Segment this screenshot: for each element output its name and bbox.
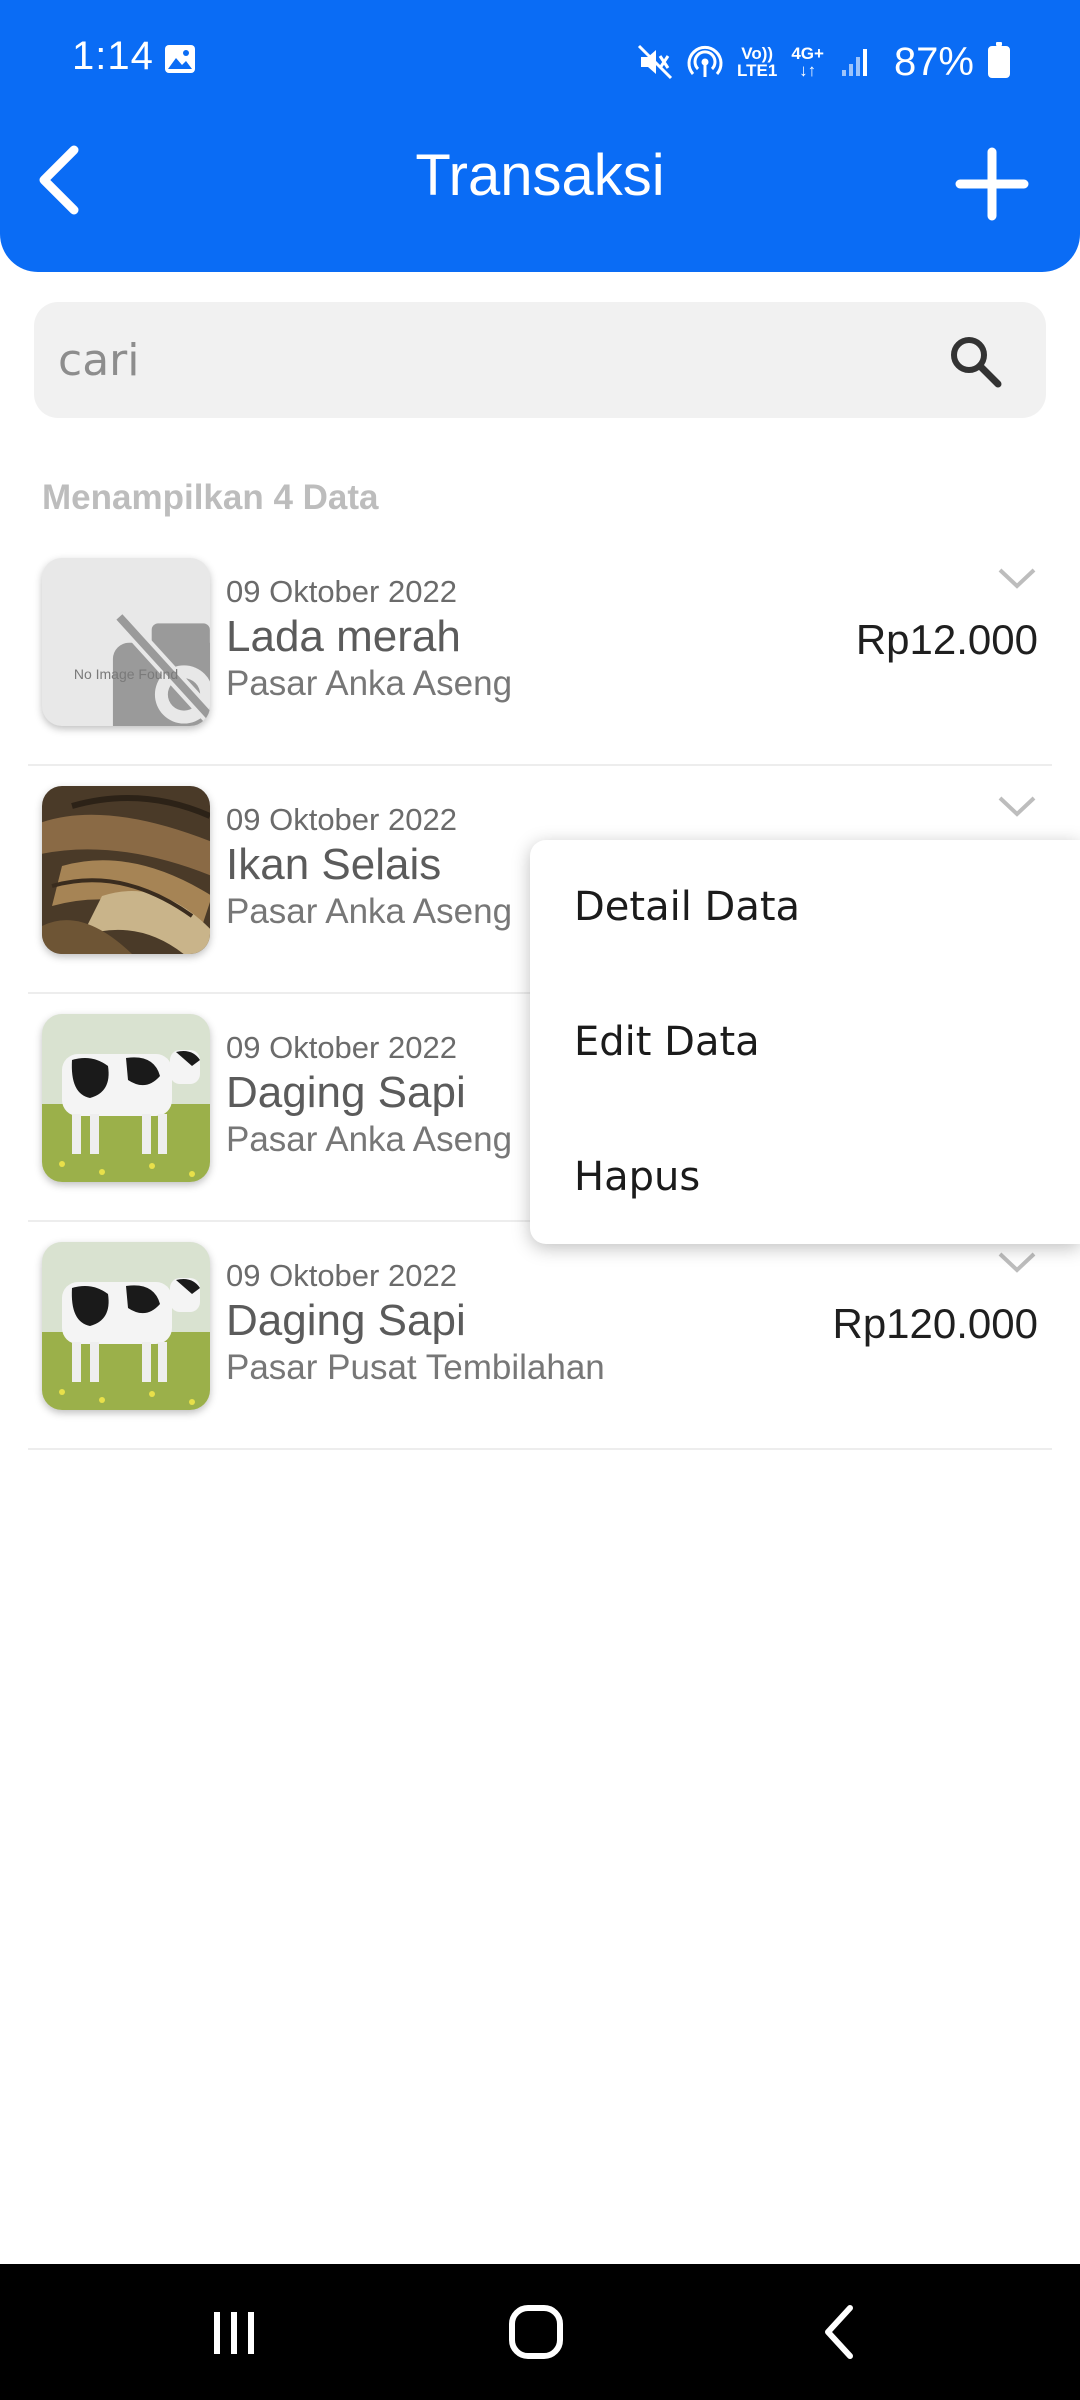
search-input[interactable] <box>34 302 914 418</box>
status-icons: Vo)) LTE1 4G+ ↓↑ 87% <box>637 32 1010 92</box>
back-nav-icon[interactable] <box>800 2292 880 2372</box>
no-image-icon <box>112 611 210 726</box>
add-button[interactable] <box>952 144 1032 224</box>
item-name: Daging Sapi <box>226 1296 466 1345</box>
dried-fish-image <box>42 786 210 954</box>
chevron-down-icon[interactable] <box>996 1248 1038 1276</box>
mute-icon <box>637 44 673 80</box>
list-item[interactable]: No Image Found 09 Oktober 2022 Lada mera… <box>0 538 1080 766</box>
item-name: Lada merah <box>226 612 461 661</box>
data-arrows-icon: ↓↑ <box>799 61 817 80</box>
network-label: 4G+ <box>791 44 824 63</box>
volte-bottom-label: LTE1 <box>737 61 778 80</box>
item-place: Pasar Pusat Tembilahan <box>226 1348 605 1387</box>
volte-top-label: Vo)) <box>741 44 774 63</box>
recent-apps-icon[interactable] <box>194 2292 274 2372</box>
search-bar <box>34 302 1046 418</box>
list-item[interactable]: 09 Oktober 2022 Daging Sapi Pasar Pusat … <box>0 1222 1080 1450</box>
app-header: 1:14 Vo)) LTE1 4G+ ↓↑ 87% Transaksi <box>0 0 1080 272</box>
battery-icon <box>988 42 1010 78</box>
item-date: 09 Oktober 2022 <box>226 802 457 837</box>
item-thumbnail <box>42 786 210 954</box>
volte-indicator: Vo)) LTE1 <box>737 45 777 79</box>
home-icon[interactable] <box>496 2292 576 2372</box>
status-time: 1:14 <box>72 34 154 78</box>
menu-item-edit-data[interactable]: Edit Data <box>574 1019 760 1065</box>
result-count-label: Menampilkan 4 Data <box>42 478 379 517</box>
menu-item-hapus[interactable]: Hapus <box>574 1154 700 1200</box>
system-navigation-bar <box>0 2264 1080 2400</box>
divider <box>28 1448 1052 1450</box>
network-indicator: 4G+ ↓↑ <box>791 45 824 79</box>
search-icon[interactable] <box>946 332 1004 390</box>
item-date: 09 Oktober 2022 <box>226 1258 457 1293</box>
hotspot-icon <box>687 45 723 77</box>
item-thumbnail <box>42 1242 210 1410</box>
item-thumbnail <box>42 1014 210 1182</box>
chevron-down-icon[interactable] <box>996 792 1038 820</box>
item-thumbnail: No Image Found <box>42 558 210 726</box>
no-image-text: No Image Found <box>73 666 179 682</box>
item-price: Rp120.000 <box>832 1300 1038 1347</box>
cow-image <box>42 1014 210 1182</box>
item-price: Rp12.000 <box>855 616 1038 663</box>
page-title: Transaksi <box>415 143 665 208</box>
item-place: Pasar Anka Aseng <box>226 664 513 703</box>
cow-image <box>42 1242 210 1410</box>
battery-percentage: 87% <box>893 39 974 84</box>
signal-icon <box>841 49 867 76</box>
item-name: Daging Sapi <box>226 1068 466 1117</box>
context-menu: Detail Data Edit Data Hapus <box>530 840 1080 1244</box>
chevron-down-icon[interactable] <box>996 564 1038 592</box>
image-notification-icon <box>165 45 195 73</box>
item-date: 09 Oktober 2022 <box>226 1030 457 1065</box>
menu-item-detail-data[interactable]: Detail Data <box>574 884 800 930</box>
item-place: Pasar Anka Aseng <box>226 1120 513 1159</box>
item-place: Pasar Anka Aseng <box>226 892 513 931</box>
item-date: 09 Oktober 2022 <box>226 574 457 609</box>
item-name: Ikan Selais <box>226 840 442 889</box>
